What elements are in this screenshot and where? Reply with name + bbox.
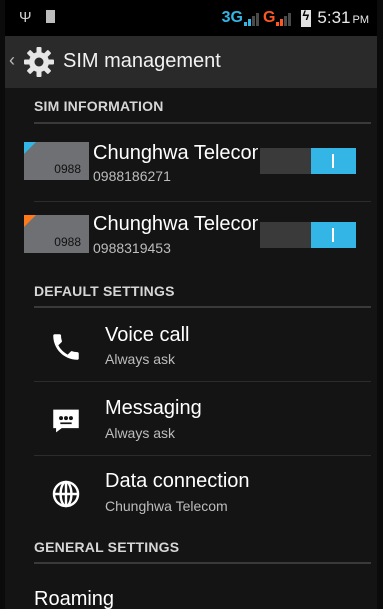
sim-name: Chunghwa Telecom bbox=[93, 213, 258, 235]
sim-number: 0988319453 bbox=[93, 240, 171, 256]
network-type-3g: 3G bbox=[221, 9, 243, 26]
divider bbox=[34, 201, 371, 202]
toggle-knob bbox=[311, 148, 356, 174]
toggle-knob bbox=[311, 222, 356, 248]
usb-icon: Ψ bbox=[19, 9, 32, 26]
section-rule bbox=[34, 122, 371, 124]
section-sim-information: SIM INFORMATION bbox=[34, 98, 164, 114]
status-bar: Ψ 3G G 5:31PM bbox=[5, 0, 377, 36]
sim-2-toggle[interactable] bbox=[260, 222, 356, 248]
sim-accent-corner bbox=[24, 142, 36, 154]
message-icon bbox=[53, 409, 79, 433]
clock: 5:31 PM bbox=[317, 8, 369, 28]
sim-card-icon: 0988 bbox=[24, 142, 89, 180]
divider bbox=[34, 381, 371, 382]
signal-bars-sim2-icon bbox=[276, 10, 292, 26]
sd-card-icon bbox=[45, 10, 55, 23]
section-general-settings: GENERAL SETTINGS bbox=[34, 539, 180, 555]
divider bbox=[34, 455, 371, 456]
section-rule bbox=[34, 306, 371, 308]
sim-card-label: 0988 bbox=[54, 162, 81, 176]
signal-bars-sim1-icon bbox=[243, 10, 260, 26]
settings-gear-icon[interactable] bbox=[21, 44, 57, 80]
phone-icon bbox=[53, 334, 79, 360]
roaming-row[interactable]: Roaming bbox=[34, 588, 114, 609]
sim-card-icon: 0988 bbox=[24, 215, 89, 253]
globe-icon bbox=[52, 480, 80, 508]
status-left: Ψ bbox=[19, 9, 55, 26]
section-rule bbox=[34, 562, 371, 564]
back-chevron-icon[interactable]: ‹ bbox=[9, 50, 15, 71]
network-type-g: G bbox=[262, 9, 276, 26]
clock-time: 5:31 bbox=[317, 8, 351, 27]
sim-number: 0988186271 bbox=[93, 168, 171, 184]
sim-card-label: 0988 bbox=[54, 235, 81, 249]
battery-charging-icon bbox=[301, 8, 312, 27]
clock-ampm: PM bbox=[352, 14, 370, 26]
screen: Ψ 3G G 5:31PM ‹ bbox=[5, 0, 377, 609]
voice-call-subtitle: Always ask bbox=[105, 351, 176, 367]
section-default-settings: DEFAULT SETTINGS bbox=[34, 283, 175, 299]
sim-name: Chunghwa Telecom bbox=[93, 142, 258, 164]
sim-1-toggle[interactable] bbox=[260, 148, 356, 174]
status-right: 3G G 5:31PM bbox=[222, 8, 369, 28]
data-connection-subtitle: Chunghwa Telecom bbox=[105, 498, 228, 514]
page-title: SIM management bbox=[63, 50, 221, 72]
messaging-subtitle: Always ask bbox=[105, 425, 176, 441]
action-bar: ‹ SIM management bbox=[5, 36, 377, 88]
messaging-title: Messaging bbox=[105, 397, 202, 419]
sim-accent-corner bbox=[24, 215, 36, 227]
voice-call-title: Voice call bbox=[105, 324, 190, 346]
data-connection-title: Data connection bbox=[105, 470, 250, 492]
